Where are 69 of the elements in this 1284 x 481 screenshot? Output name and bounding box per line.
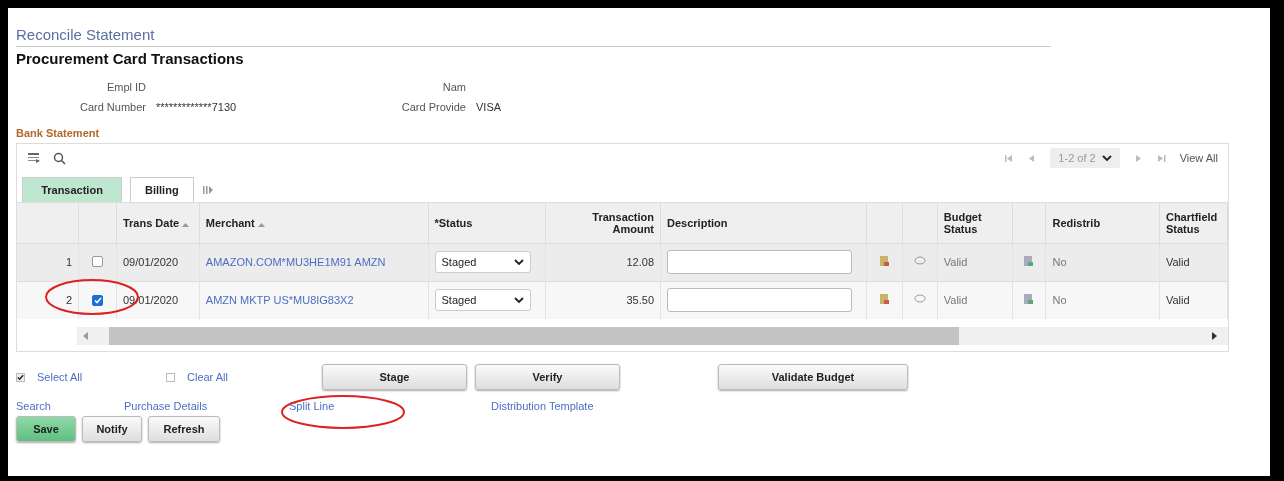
comment-icon[interactable] [913, 294, 926, 305]
next-page-icon[interactable] [1133, 153, 1143, 163]
field-label: Nam [442, 81, 466, 93]
page-heading: Procurement Card Transactions [16, 50, 245, 67]
action-button[interactable]: Stage [322, 364, 467, 390]
first-page-icon[interactable] [1004, 153, 1014, 163]
column-header: *Status [434, 216, 473, 229]
column-header: Chartfield Status [1165, 210, 1218, 235]
status-dropdown[interactable]: Staged [434, 289, 531, 312]
last-page-icon[interactable] [1156, 153, 1166, 163]
date-cell: 09/01/2020 [122, 256, 179, 268]
scroll-left-icon[interactable] [83, 332, 89, 340]
chartfield-status: Valid [1165, 256, 1190, 268]
page-title: Reconcile Statement [16, 26, 1051, 47]
chevron-down-icon [513, 296, 524, 304]
chevron-down-icon [1101, 154, 1112, 162]
document-icon[interactable] [878, 255, 890, 267]
redistrib-cell: No [1052, 256, 1067, 268]
row-number: 1 [66, 256, 73, 268]
description-field[interactable] [667, 250, 853, 274]
scroll-right-icon[interactable] [1212, 332, 1218, 340]
chevron-down-icon [513, 258, 524, 266]
column-header: Redistrib [1052, 216, 1101, 229]
select-link[interactable]: Clear All [187, 371, 228, 383]
column-header: Merchant [205, 216, 255, 229]
grid-settings-icon[interactable] [27, 152, 41, 164]
sort-arrow-icon[interactable] [257, 221, 265, 227]
grid-tab[interactable]: Billing [130, 177, 194, 202]
comment-icon[interactable] [913, 256, 926, 266]
amount-cell: 35.50 [626, 294, 655, 307]
action-button[interactable]: Verify [475, 364, 620, 390]
row-number: 2 [66, 294, 73, 307]
status-dropdown[interactable]: Staged [434, 251, 531, 273]
redistrib-cell: No [1052, 294, 1067, 307]
grid-tab[interactable]: Transaction [22, 177, 122, 202]
action-link[interactable]: Distribution Template [491, 400, 594, 412]
field-label: Card Number [79, 101, 146, 113]
action-link[interactable]: Purchase Details [124, 400, 208, 412]
column-header: Transaction Amount [592, 210, 655, 235]
search-icon[interactable] [53, 151, 66, 165]
action-button[interactable]: Validate Budget [718, 364, 908, 390]
section-title: Bank Statement [16, 127, 101, 139]
field-label: Card Provide [401, 101, 466, 113]
action-link[interactable]: Search [16, 400, 51, 412]
budget-status: Valid [943, 256, 968, 268]
previous-page-icon[interactable] [1027, 153, 1037, 163]
budget-status: Valid [943, 294, 968, 307]
column-header: Budget Status [943, 210, 982, 235]
description-field[interactable] [667, 288, 853, 313]
column-header: Description [667, 216, 728, 229]
amount-cell: 12.08 [626, 256, 655, 268]
view-all-link[interactable]: View All [1179, 152, 1218, 164]
field-value: VISA [476, 101, 503, 113]
column-header: Trans Date [122, 216, 180, 229]
chartfield-status: Valid [1165, 294, 1190, 307]
distribution-icon[interactable] [1023, 255, 1035, 267]
horizontal-scrollbar[interactable] [77, 327, 1228, 345]
distribution-icon[interactable] [1023, 293, 1035, 306]
field-value: *************7130 [156, 101, 238, 113]
footer-button[interactable]: Refresh [148, 416, 220, 442]
document-icon[interactable] [878, 293, 890, 306]
footer-button[interactable]: Notify [82, 416, 142, 442]
sort-arrow-icon[interactable] [182, 221, 190, 227]
row-checkbox[interactable] [92, 255, 104, 267]
footer-button[interactable]: Save [16, 416, 76, 442]
row-checkbox[interactable] [92, 295, 104, 307]
show-all-columns-icon[interactable] [201, 185, 214, 195]
select-link[interactable]: Select All [37, 371, 83, 383]
field-label: Empl ID [106, 81, 146, 93]
